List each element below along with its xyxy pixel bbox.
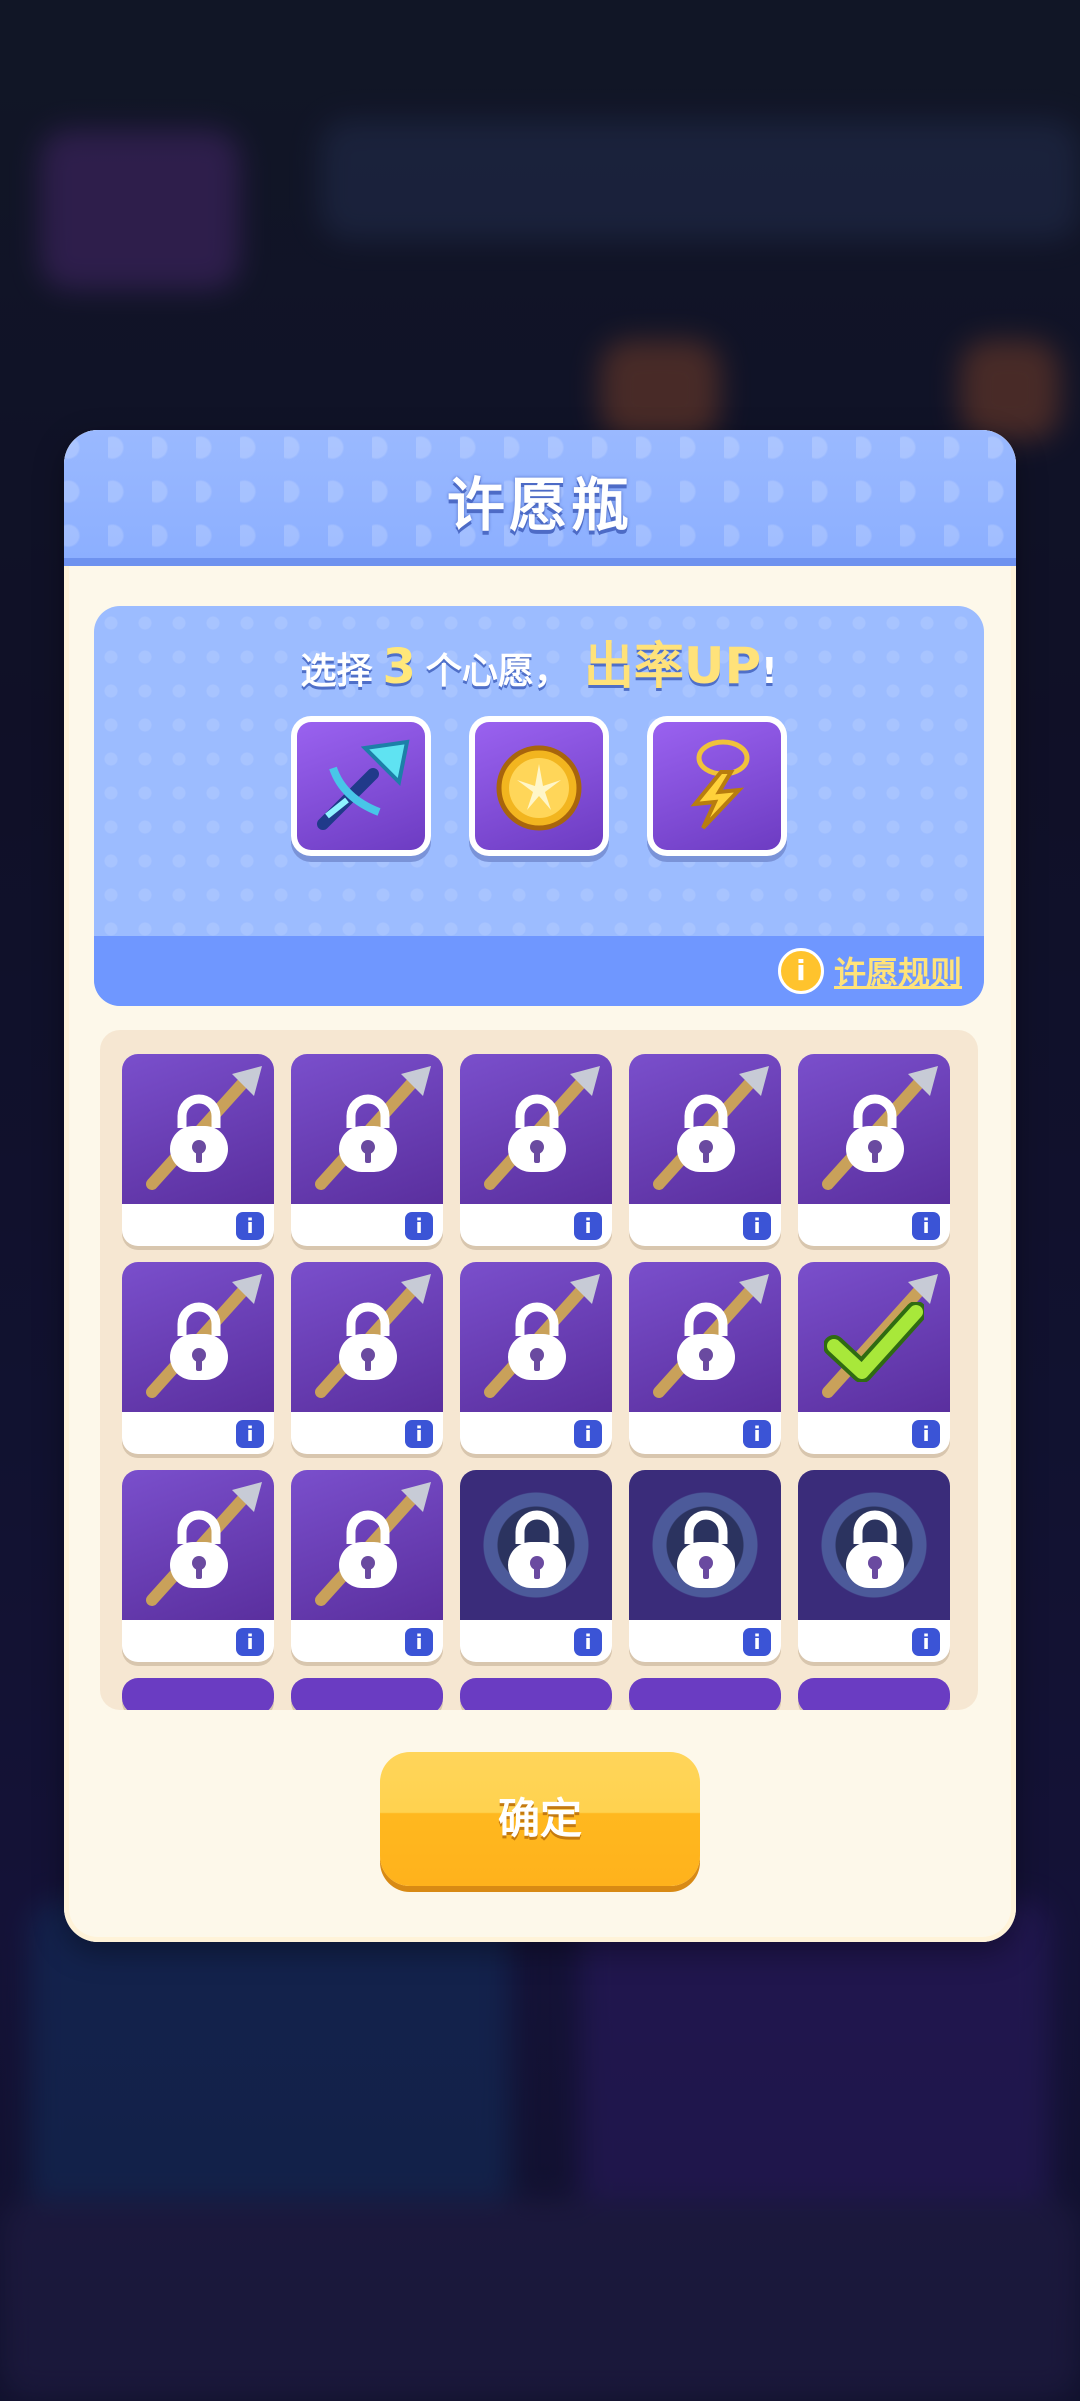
reward-card[interactable]: i xyxy=(291,1262,443,1454)
lock-icon xyxy=(671,1092,741,1176)
red-orb-icon xyxy=(291,1678,443,1710)
reward-card[interactable]: i xyxy=(798,1262,950,1454)
reward-card[interactable] xyxy=(460,1678,612,1710)
reward-card[interactable]: i xyxy=(629,1470,781,1662)
lock-icon xyxy=(840,1092,910,1176)
reward-card[interactable]: i xyxy=(291,1054,443,1246)
wish-slots xyxy=(94,716,984,856)
golden-orb-icon xyxy=(496,745,582,831)
item-info-icon[interactable]: i xyxy=(743,1420,771,1448)
reward-card[interactable] xyxy=(629,1678,781,1710)
item-info-icon[interactable]: i xyxy=(743,1212,771,1240)
lock-icon xyxy=(333,1092,403,1176)
wish-bottle-dialog: 许愿瓶 选择 3 个心愿， 出率UP! i 许愿规则 i i i i i i i… xyxy=(64,430,1016,1942)
dialog-header: 许愿瓶 xyxy=(64,430,1016,566)
item-info-icon[interactable]: i xyxy=(912,1628,940,1656)
lock-icon xyxy=(502,1508,572,1592)
item-info-icon[interactable]: i xyxy=(236,1628,264,1656)
rate-up-highlight: 出率UP xyxy=(583,637,762,695)
wish-slot-2[interactable] xyxy=(469,716,609,856)
confirm-button[interactable]: 确定 xyxy=(380,1752,700,1886)
wish-rules-label: 许愿规则 xyxy=(833,954,962,992)
reward-card[interactable]: i xyxy=(291,1470,443,1662)
check-icon xyxy=(823,1301,927,1383)
reward-card[interactable] xyxy=(798,1678,950,1710)
item-info-icon[interactable]: i xyxy=(743,1628,771,1656)
reward-card[interactable]: i xyxy=(460,1054,612,1246)
lock-icon xyxy=(502,1092,572,1176)
teal-orb-icon xyxy=(629,1678,781,1710)
lock-icon xyxy=(671,1300,741,1384)
reward-grid: i i i i i i i i i i i i i i i xyxy=(122,1054,956,1710)
reward-card[interactable] xyxy=(122,1678,274,1710)
reward-card[interactable]: i xyxy=(798,1054,950,1246)
reward-card[interactable]: i xyxy=(460,1262,612,1454)
item-info-icon[interactable]: i xyxy=(405,1628,433,1656)
wish-heading: 选择 3 个心愿， 出率UP! xyxy=(94,626,984,698)
lock-icon xyxy=(164,1300,234,1384)
item-info-icon[interactable]: i xyxy=(912,1212,940,1240)
lock-icon xyxy=(840,1508,910,1592)
reward-card[interactable]: i xyxy=(798,1470,950,1662)
lock-icon xyxy=(333,1508,403,1592)
teal-orb-icon xyxy=(460,1678,612,1710)
wish-prefix: 选择 xyxy=(300,651,373,692)
gold-orb-icon xyxy=(798,1678,950,1710)
wish-middle: 个心愿， xyxy=(425,651,570,692)
reward-card[interactable] xyxy=(291,1678,443,1710)
wish-slot-1[interactable] xyxy=(291,716,431,856)
lock-icon xyxy=(164,1092,234,1176)
reward-card[interactable]: i xyxy=(629,1262,781,1454)
info-icon: i xyxy=(777,948,824,994)
wish-footer-bar: i 许愿规则 xyxy=(94,936,984,1006)
reward-card[interactable]: i xyxy=(629,1054,781,1246)
wish-slot-3[interactable] xyxy=(647,716,787,856)
lock-icon xyxy=(164,1508,234,1592)
item-info-icon[interactable]: i xyxy=(236,1420,264,1448)
item-info-icon[interactable]: i xyxy=(574,1420,602,1448)
crossbow-icon xyxy=(317,739,410,830)
item-info-icon[interactable]: i xyxy=(405,1420,433,1448)
wish-suffix: ! xyxy=(761,651,778,692)
lock-icon xyxy=(671,1508,741,1592)
reward-grid-panel[interactable]: i i i i i i i i i i i i i i i xyxy=(100,1030,978,1710)
reward-card[interactable]: i xyxy=(122,1054,274,1246)
reward-card[interactable]: i xyxy=(460,1470,612,1662)
wish-rules-link[interactable]: i 许愿规则 xyxy=(777,948,962,994)
item-info-icon[interactable]: i xyxy=(574,1628,602,1656)
item-info-icon[interactable]: i xyxy=(912,1420,940,1448)
red-orb-icon xyxy=(122,1678,274,1710)
reward-card[interactable]: i xyxy=(122,1470,274,1662)
wish-selection-panel: 选择 3 个心愿， 出率UP! i 许愿规则 xyxy=(94,606,984,1006)
dialog-title: 许愿瓶 xyxy=(446,471,633,539)
lightning-pendant-icon xyxy=(690,739,750,830)
item-info-icon[interactable]: i xyxy=(574,1212,602,1240)
item-info-icon[interactable]: i xyxy=(236,1212,264,1240)
wish-count: 3 xyxy=(382,639,416,695)
lock-icon xyxy=(502,1300,572,1384)
item-info-icon[interactable]: i xyxy=(405,1212,433,1240)
lock-icon xyxy=(333,1300,403,1384)
reward-card[interactable]: i xyxy=(122,1262,274,1454)
